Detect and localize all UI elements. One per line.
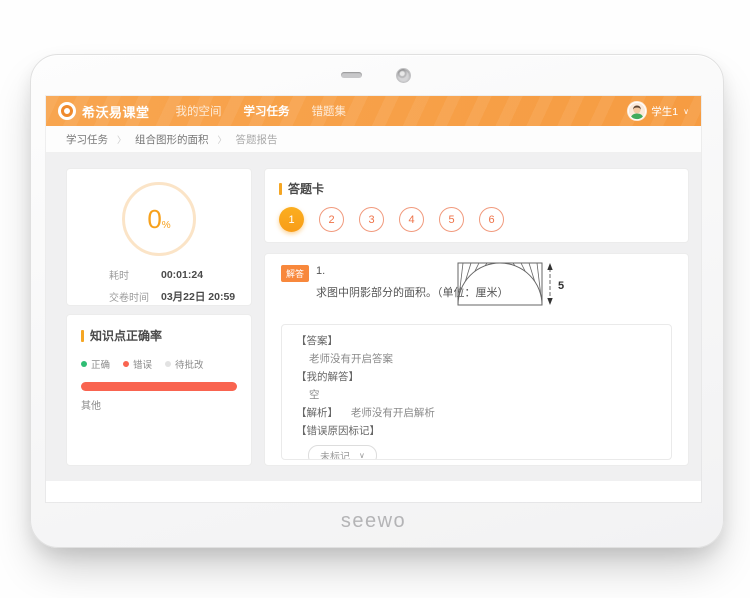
stat-label: 交卷时间 bbox=[109, 289, 161, 304]
question-circle-2[interactable]: 2 bbox=[319, 207, 344, 232]
question-card: 解答 1. 求图中阴影部分的面积。（单位：厘米） bbox=[264, 253, 689, 466]
main-nav: 我的空间 学习任务 错题集 bbox=[176, 103, 347, 119]
score-progress-ring: 0 % bbox=[122, 182, 196, 256]
chevron-down-icon: ∨ bbox=[683, 107, 689, 116]
accuracy-legend: 正确 错误 待批改 bbox=[81, 357, 237, 371]
knowledge-card-title: 知识点正确率 bbox=[81, 327, 237, 344]
score-percent-value: 0 bbox=[147, 185, 161, 253]
chevron-down-icon: ∨ bbox=[359, 451, 365, 460]
knowledge-accuracy-card: 知识点正确率 正确 错误 待批改 bbox=[66, 314, 252, 466]
correct-dot-icon bbox=[81, 361, 87, 367]
speaker-slot-icon bbox=[341, 72, 362, 78]
error-mark-value: 未标记 bbox=[320, 448, 350, 460]
legend-item-pending: 待批改 bbox=[165, 357, 204, 371]
nav-item-wrong-questions[interactable]: 错题集 bbox=[312, 103, 347, 119]
score-percent-unit: % bbox=[162, 196, 171, 256]
question-circle-1[interactable]: 1 bbox=[279, 207, 304, 232]
stat-label: 耗时 bbox=[109, 267, 161, 282]
answer-sheet-title: 答题卡 bbox=[279, 180, 674, 197]
breadcrumb-separator-icon: 〉 bbox=[117, 133, 126, 146]
breadcrumb-learning-tasks[interactable]: 学习任务 bbox=[66, 132, 108, 147]
legend-label: 正确 bbox=[91, 357, 110, 371]
accuracy-bar-label: 其他 bbox=[81, 397, 237, 412]
answer-value: 老师没有开启答案 bbox=[296, 353, 657, 366]
breadcrumb-lesson[interactable]: 组合图形的面积 bbox=[135, 132, 209, 147]
question-number-row: 1 2 3 4 5 6 bbox=[279, 207, 674, 232]
question-figure: 5 bbox=[457, 262, 569, 313]
stat-row-duration: 耗时 00:01:24 bbox=[67, 267, 251, 282]
breadcrumb-current-page: 答题报告 bbox=[236, 132, 278, 147]
error-reason-label: 【错误原因标记】 bbox=[296, 425, 657, 438]
question-circle-5[interactable]: 5 bbox=[439, 207, 464, 232]
app-logo-icon bbox=[58, 102, 76, 120]
stat-value: 03月22日 20:59 bbox=[161, 289, 235, 304]
stat-value: 00:01:24 bbox=[161, 269, 203, 281]
device-brand-logo: seewo bbox=[46, 510, 701, 533]
user-avatar bbox=[628, 102, 646, 120]
question-type-badge: 解答 bbox=[281, 265, 309, 282]
answer-detail-box: 【答案】 老师没有开启答案 【我的解答】 空 【解析】 老师没有开启解析 【错误… bbox=[281, 324, 672, 460]
my-answer-label: 【我的解答】 bbox=[296, 371, 657, 384]
legend-label: 待批改 bbox=[175, 357, 204, 371]
legend-item-correct: 正确 bbox=[81, 357, 110, 371]
score-stats: 耗时 00:01:24 交卷时间 03月22日 20:59 bbox=[67, 267, 251, 311]
accuracy-bar bbox=[81, 382, 237, 391]
legend-item-wrong: 错误 bbox=[123, 357, 152, 371]
breadcrumb: 学习任务 〉 组合图形的面积 〉 答题报告 bbox=[46, 126, 701, 153]
page-background: 希沃易课堂 我的空间 学习任务 错题集 bbox=[0, 0, 750, 598]
legend-label: 错误 bbox=[133, 357, 152, 371]
app-header: 希沃易课堂 我的空间 学习任务 错题集 bbox=[46, 96, 701, 126]
tablet-device: 希沃易课堂 我的空间 学习任务 错题集 bbox=[30, 54, 724, 548]
error-mark-dropdown[interactable]: 未标记 ∨ bbox=[308, 445, 377, 460]
question-circle-4[interactable]: 4 bbox=[399, 207, 424, 232]
app-title: 希沃易课堂 bbox=[82, 102, 150, 121]
pending-dot-icon bbox=[165, 361, 171, 367]
answer-sheet-title-text: 答题卡 bbox=[288, 180, 324, 197]
figure-dimension-label: 5 bbox=[558, 280, 564, 292]
answer-label: 【答案】 bbox=[296, 335, 657, 348]
main-content: 0 % 耗时 00:01:24 交卷时间 03月22日 20:59 bbox=[46, 153, 701, 481]
breadcrumb-separator-icon: 〉 bbox=[218, 133, 227, 146]
accent-bar bbox=[81, 330, 84, 342]
question-circle-6[interactable]: 6 bbox=[479, 207, 504, 232]
user-menu[interactable]: 学生1 ∨ bbox=[628, 102, 689, 120]
question-circle-3[interactable]: 3 bbox=[359, 207, 384, 232]
user-name: 学生1 bbox=[651, 104, 678, 119]
analysis-label: 【解析】 bbox=[296, 407, 338, 419]
stat-row-submit-time: 交卷时间 03月22日 20:59 bbox=[67, 289, 251, 304]
wrong-dot-icon bbox=[123, 361, 129, 367]
analysis-value: 老师没有开启解析 bbox=[351, 407, 435, 419]
answer-sheet-card: 答题卡 1 2 3 4 5 6 bbox=[264, 168, 689, 243]
front-camera-icon bbox=[396, 68, 411, 83]
analysis-line: 【解析】 老师没有开启解析 bbox=[296, 407, 657, 420]
accent-bar bbox=[279, 183, 282, 195]
my-answer-value: 空 bbox=[296, 389, 657, 402]
nav-item-my-space[interactable]: 我的空间 bbox=[176, 103, 222, 119]
screen: 希沃易课堂 我的空间 学习任务 错题集 bbox=[46, 96, 701, 502]
knowledge-title-text: 知识点正确率 bbox=[90, 327, 162, 344]
nav-item-learning-tasks[interactable]: 学习任务 bbox=[244, 103, 290, 119]
score-summary-card: 0 % 耗时 00:01:24 交卷时间 03月22日 20:59 bbox=[66, 168, 252, 306]
